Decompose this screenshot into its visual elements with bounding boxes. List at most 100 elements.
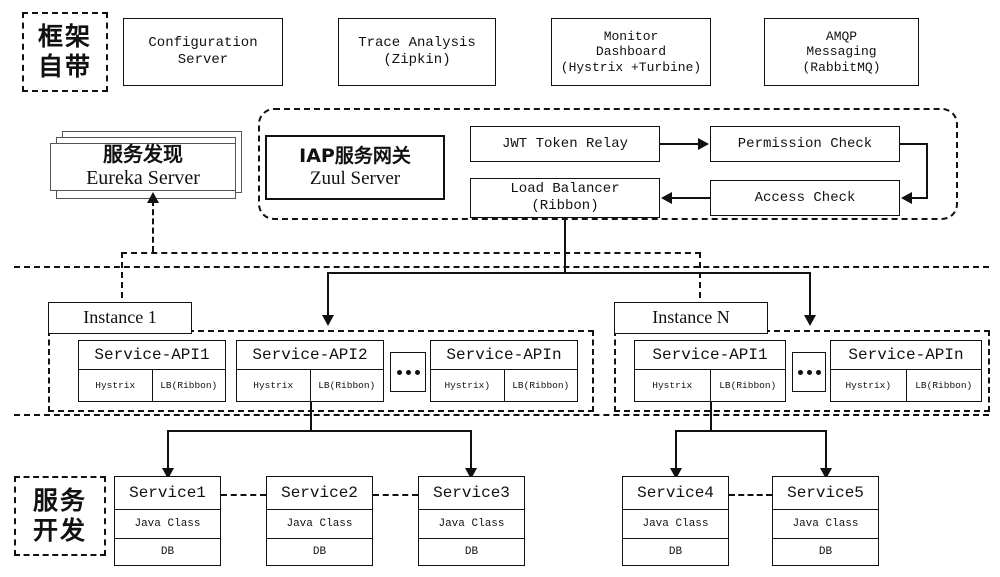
service-4[interactable]: Service4 Java Class DB <box>622 476 729 566</box>
arrowhead-access-to-lb <box>661 192 672 204</box>
instance1-service-api2[interactable]: Service-API2 Hystrix LB(Ribbon) <box>236 340 384 402</box>
service-2-name: Service2 <box>267 477 372 510</box>
lb-distribution-bar <box>327 272 811 274</box>
instance1-apin-title: Service-APIn <box>431 341 577 370</box>
branch-to-service4 <box>675 430 677 470</box>
instance1-api1-hystrix: Hystrix <box>95 380 136 391</box>
service-2-javaclass: Java Class <box>267 510 372 539</box>
instanceN-apin-lb: LB(Ribbon) <box>905 370 982 401</box>
component-configuration-server[interactable]: Configuration Server <box>123 18 283 86</box>
lb-branch-right <box>809 272 811 316</box>
monitor-line3: (Hystrix +Turbine) <box>560 59 702 75</box>
arrowhead-into-access <box>901 192 912 204</box>
api2-down-trunk <box>310 402 312 432</box>
right-services-bar <box>675 430 827 432</box>
instance-n-label: Instance N <box>652 307 730 328</box>
branch-to-service3 <box>470 430 472 470</box>
amqp-line3: (RabbitMQ) <box>802 59 881 75</box>
service-1[interactable]: Service1 Java Class DB <box>114 476 221 566</box>
trace-analysis-line1: Trace Analysis <box>358 35 476 52</box>
jwt-token-relay[interactable]: JWT Token Relay <box>470 126 660 162</box>
gateway-line2: Zuul Server <box>309 167 401 189</box>
service-2[interactable]: Service2 Java Class DB <box>266 476 373 566</box>
service-3-name: Service3 <box>419 477 524 510</box>
service-1-db: DB <box>160 546 175 558</box>
amqp-line1: AMQP <box>825 29 858 44</box>
service-discovery-eureka[interactable]: 服务发现 Eureka Server <box>50 143 236 191</box>
architecture-diagram: 框架 自带 Configuration Server Trace Analysi… <box>0 0 1000 577</box>
config-server-line2: Server <box>177 52 229 68</box>
load-balancer-ribbon[interactable]: Load Balancer (Ribbon) <box>470 178 660 218</box>
service-2-db: DB <box>312 546 327 558</box>
config-server-line1: Configuration <box>148 35 258 52</box>
instance1-api2-hystrix: Hystrix <box>253 380 294 391</box>
access-check[interactable]: Access Check <box>710 180 900 216</box>
framework-layer-label: 框架 自带 <box>22 12 108 92</box>
arrowhead-to-instance1 <box>322 315 334 326</box>
component-trace-analysis[interactable]: Trace Analysis (Zipkin) <box>338 18 496 86</box>
instanceN-ellipsis-icon <box>792 352 826 392</box>
eureka-line1: 服务发现 <box>103 142 183 167</box>
link-service2-service3 <box>373 494 418 496</box>
link-service4-service5 <box>729 494 772 496</box>
service-3-db: DB <box>464 546 479 558</box>
instance-1-title[interactable]: Instance 1 <box>48 302 192 334</box>
framework-label-line1: 框架 <box>37 21 92 51</box>
instanceN-service-apin[interactable]: Service-APIn Hystrix) LB(Ribbon) <box>830 340 982 402</box>
instance1-service-apin[interactable]: Service-APIn Hystrix) LB(Ribbon) <box>430 340 578 402</box>
service-layer-separator <box>14 414 989 416</box>
apiN1-down-trunk <box>710 402 712 432</box>
instanceN-apin-title: Service-APIn <box>831 341 981 370</box>
branch-to-service5 <box>825 430 827 470</box>
eureka-line2: Eureka Server <box>86 167 200 189</box>
lb-down-trunk <box>564 218 566 274</box>
arrowhead-jwt-to-permission <box>698 138 709 150</box>
instance1-api2-title: Service-API2 <box>237 341 383 370</box>
gateway-line1: IAP服务网关 <box>299 145 411 168</box>
service-3-javaclass: Java Class <box>419 510 524 539</box>
instanceN-api1-lb: LB(Ribbon) <box>709 370 786 401</box>
monitor-line1: Monitor <box>603 29 659 44</box>
arrow-jwt-to-permission <box>660 143 698 145</box>
framework-label-line2: 自带 <box>37 52 92 81</box>
service-5-db: DB <box>818 546 833 558</box>
instance1-apin-hystrix: Hystrix) <box>444 380 491 391</box>
service-1-javaclass: Java Class <box>115 510 220 539</box>
component-monitor-dashboard[interactable]: Monitor Dashboard (Hystrix +Turbine) <box>551 18 711 86</box>
arrowhead-register-eureka <box>147 192 159 203</box>
registration-bracket-top <box>121 252 701 254</box>
instance1-api2-lb: LB(Ribbon) <box>309 370 384 401</box>
left-services-bar <box>167 430 472 432</box>
instance-n-title[interactable]: Instance N <box>614 302 768 334</box>
instance1-api1-title: Service-API1 <box>79 341 225 370</box>
lb-branch-left <box>327 272 329 316</box>
component-amqp-messaging[interactable]: AMQP Messaging (RabbitMQ) <box>764 18 919 86</box>
service-4-javaclass: Java Class <box>623 510 728 539</box>
instance1-ellipsis-icon <box>390 352 426 392</box>
instance1-service-api1[interactable]: Service-API1 Hystrix LB(Ribbon) <box>78 340 226 402</box>
lb-line2: (Ribbon) <box>531 198 599 214</box>
layer-separator <box>14 266 989 268</box>
service-5-javaclass: Java Class <box>773 510 878 539</box>
service-4-db: DB <box>668 546 683 558</box>
service-4-name: Service4 <box>623 477 728 510</box>
dev-layer-label: 服务 开发 <box>14 476 106 556</box>
instanceN-apin-hystrix: Hystrix) <box>845 380 892 391</box>
instanceN-api1-hystrix: Hystrix <box>652 380 693 391</box>
dev-label-line1: 服务 <box>32 485 87 515</box>
service-5-name: Service5 <box>773 477 878 510</box>
line-permission-down <box>926 143 928 198</box>
service-5[interactable]: Service5 Java Class DB <box>772 476 879 566</box>
branch-to-service1 <box>167 430 169 470</box>
line-permission-right <box>900 143 928 145</box>
instanceN-service-api1[interactable]: Service-API1 Hystrix LB(Ribbon) <box>634 340 786 402</box>
access-label: Access Check <box>754 189 856 206</box>
permission-check[interactable]: Permission Check <box>710 126 900 162</box>
iap-gateway-zuul[interactable]: IAP服务网关 Zuul Server <box>265 135 445 200</box>
line-into-access <box>912 197 928 199</box>
instanceN-api1-title: Service-API1 <box>635 341 785 370</box>
service-3[interactable]: Service3 Java Class DB <box>418 476 525 566</box>
arrow-access-to-lb <box>672 197 710 199</box>
trace-analysis-line2: (Zipkin) <box>383 52 451 68</box>
amqp-line2: Messaging <box>806 44 877 60</box>
